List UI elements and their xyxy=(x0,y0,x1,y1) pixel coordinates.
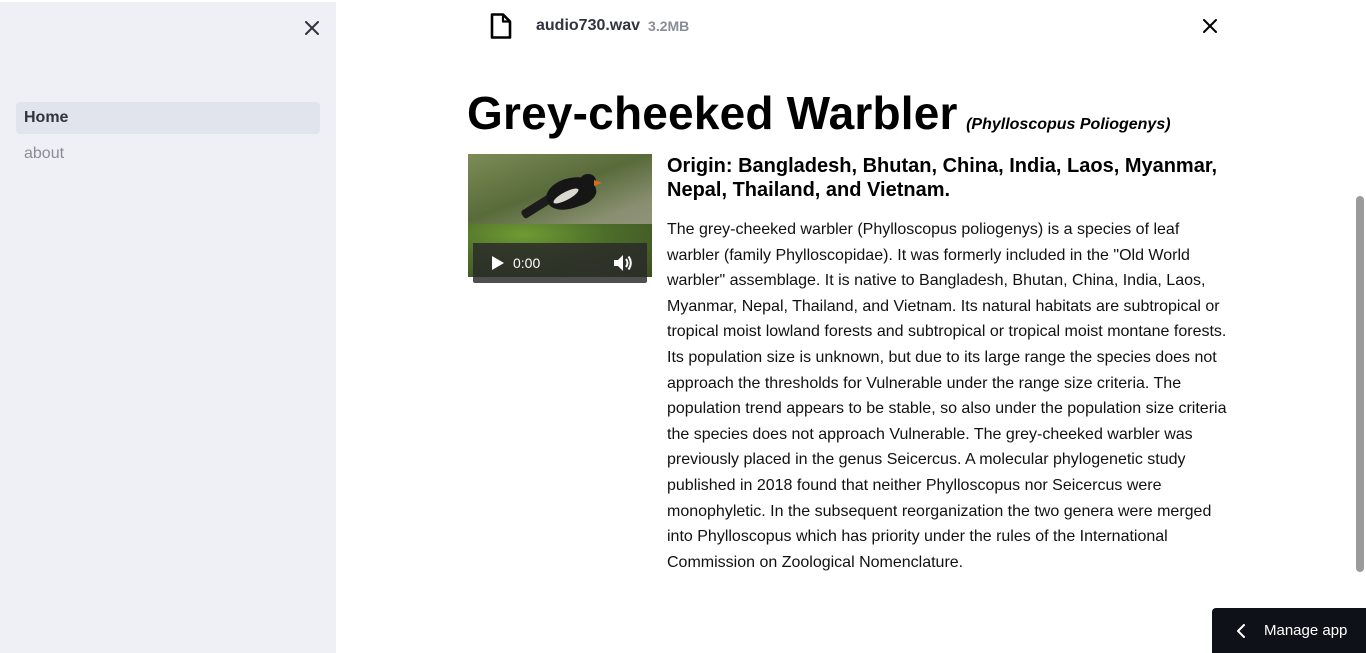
sidebar-nav: Home about xyxy=(16,102,320,174)
scientific-name: (Phylloscopus Poliogenys) xyxy=(966,116,1171,133)
page-title: Grey-cheeked Warbler xyxy=(467,87,958,139)
scrollbar-thumb[interactable] xyxy=(1356,196,1364,572)
chevron-left-icon xyxy=(1236,623,1248,638)
file-icon xyxy=(488,11,514,41)
manage-app-label: Manage app xyxy=(1264,622,1348,639)
species-description: The grey-cheeked warbler (Phylloscopus p… xyxy=(667,221,1227,571)
sidebar-item-about[interactable]: about xyxy=(16,138,320,170)
manage-app-button[interactable]: Manage app xyxy=(1212,608,1366,653)
origin-heading: Origin: Bangladesh, Bhutan, China, India… xyxy=(667,155,1218,201)
audio-time: 0:00 xyxy=(513,255,541,271)
sidebar: Home about xyxy=(0,0,336,653)
uploaded-file-row: audio730.wav 3.2MB xyxy=(488,10,1218,42)
close-icon[interactable] xyxy=(300,16,324,40)
play-icon[interactable] xyxy=(491,255,507,271)
audio-player: 0:00 xyxy=(473,243,647,283)
sidebar-item-home[interactable]: Home xyxy=(16,102,320,134)
bird-beak-shape xyxy=(594,180,602,186)
file-size: 3.2MB xyxy=(648,18,690,34)
main-content: audio730.wav 3.2MB Grey-cheeked Warbler … xyxy=(336,0,1366,653)
remove-file-close-icon[interactable] xyxy=(1198,14,1222,38)
species-title-row: Grey-cheeked Warbler (Phylloscopus Polio… xyxy=(467,86,1247,140)
volume-icon[interactable] xyxy=(613,254,633,272)
file-name: audio730.wav xyxy=(536,17,641,34)
